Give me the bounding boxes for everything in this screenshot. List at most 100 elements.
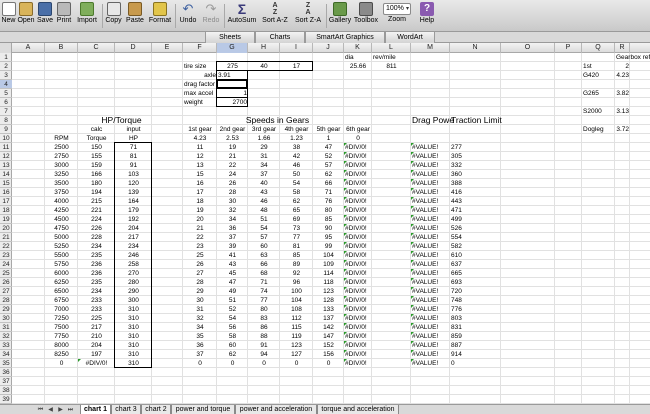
new-button[interactable]: New xyxy=(1,1,16,31)
traction-limit-cell[interactable]: 748 xyxy=(450,296,501,305)
torque-cell[interactable]: 194 xyxy=(78,188,115,197)
traction-limit-cell[interactable]: 471 xyxy=(450,206,501,215)
speed-gear2-cell[interactable]: 52 xyxy=(217,305,248,314)
row-header-37[interactable]: 37 xyxy=(0,377,12,386)
speed-gear3-cell[interactable]: 71 xyxy=(248,278,280,287)
traction-limit-cell[interactable]: 776 xyxy=(450,305,501,314)
rpm-cell[interactable]: 2500 xyxy=(45,143,78,152)
rpm-cell[interactable]: 5250 xyxy=(45,242,78,251)
rpm-cell[interactable]: 6250 xyxy=(45,278,78,287)
gearbox-subheader[interactable]: 1st xyxy=(582,62,615,71)
speed-gear3-cell[interactable]: 74 xyxy=(248,287,280,296)
speed-gear5-cell[interactable]: 109 xyxy=(313,260,344,269)
traction-limit-cell[interactable]: 831 xyxy=(450,323,501,332)
import-button[interactable]: Import xyxy=(74,1,100,31)
rpm-cell[interactable]: 6750 xyxy=(45,296,78,305)
speed-gear4-cell[interactable]: 46 xyxy=(280,161,313,170)
row-header-19[interactable]: 19 xyxy=(0,215,12,224)
hp-cell[interactable]: 246 xyxy=(115,251,152,260)
speed-gear5-cell[interactable]: 0 xyxy=(313,359,344,368)
speed-gear4-cell[interactable]: 42 xyxy=(280,152,313,161)
row-header-12[interactable]: 12 xyxy=(0,152,12,161)
column-header-h[interactable]: H xyxy=(248,43,280,53)
speed-gear4-cell[interactable]: 73 xyxy=(280,224,313,233)
row-header-3[interactable]: 3 xyxy=(0,71,12,80)
speed-gear1-cell[interactable]: 23 xyxy=(183,242,217,251)
hp-cell[interactable]: 300 xyxy=(115,296,152,305)
traction-limit-cell[interactable]: 803 xyxy=(450,314,501,323)
speed-gear6-cell[interactable]: #DIV/0! xyxy=(344,341,372,350)
rpm-cell[interactable]: 3750 xyxy=(45,188,78,197)
speed-gear3-cell[interactable]: 43 xyxy=(248,188,280,197)
speed-gear4-cell[interactable]: 92 xyxy=(280,269,313,278)
row-header-31[interactable]: 31 xyxy=(0,323,12,332)
speed-gear5-cell[interactable]: 57 xyxy=(313,161,344,170)
speed-gear5-cell[interactable]: 85 xyxy=(313,215,344,224)
speed-gear1-cell[interactable]: 29 xyxy=(183,287,217,296)
gearbox-ratio[interactable]: 3.82 xyxy=(615,89,630,98)
speed-gear6-cell[interactable]: #DIV/0! xyxy=(344,197,372,206)
speeds-in-gears-title[interactable]: Speeds in Gears xyxy=(183,116,372,125)
traction-limit-cell[interactable]: 887 xyxy=(450,341,501,350)
rpm-cell[interactable]: 5750 xyxy=(45,260,78,269)
rpm-cell[interactable]: 0 xyxy=(45,359,78,368)
speed-gear5-cell[interactable]: 76 xyxy=(313,197,344,206)
speed-gear6-cell[interactable]: #DIV/0! xyxy=(344,260,372,269)
row-header-14[interactable]: 14 xyxy=(0,170,12,179)
drag-power-cell[interactable]: #VALUE! xyxy=(411,359,450,368)
speed-gear2-cell[interactable]: 49 xyxy=(217,287,248,296)
torque-cell[interactable]: 235 xyxy=(78,278,115,287)
speed-gear6-cell[interactable]: #DIV/0! xyxy=(344,170,372,179)
help-button[interactable]: ? Help xyxy=(416,1,438,31)
tab-sheets[interactable]: Sheets xyxy=(205,32,255,43)
speed-gear5-cell[interactable]: 104 xyxy=(313,251,344,260)
cell-area[interactable]: diarev/mileGearbox refetire size27540172… xyxy=(12,53,650,404)
speed-gear4-cell[interactable]: 108 xyxy=(280,305,313,314)
speed-gear4-cell[interactable]: 0 xyxy=(280,359,313,368)
row-header-1[interactable]: 1 xyxy=(0,53,12,62)
drag-power-title[interactable]: Drag Powe xyxy=(411,116,454,125)
speed-gear6-cell[interactable]: #DIV/0! xyxy=(344,224,372,233)
speed-gear5-cell[interactable]: 128 xyxy=(313,296,344,305)
speed-gear3-cell[interactable]: 54 xyxy=(248,224,280,233)
speed-gear3-cell[interactable]: 0 xyxy=(248,359,280,368)
drag-power-cell[interactable]: #VALUE! xyxy=(411,341,450,350)
hp-cell[interactable]: 71 xyxy=(115,143,152,152)
calc-label[interactable]: calc xyxy=(78,125,115,134)
speed-gear5-cell[interactable]: 152 xyxy=(313,341,344,350)
speed-gear6-cell[interactable]: #DIV/0! xyxy=(344,152,372,161)
gearbox-subheader-2[interactable]: 2 xyxy=(615,62,630,71)
row-header-24[interactable]: 24 xyxy=(0,260,12,269)
speed-gear6-cell[interactable]: #DIV/0! xyxy=(344,287,372,296)
column-header-j[interactable]: J xyxy=(313,43,344,53)
column-header-e[interactable]: E xyxy=(152,43,183,53)
speed-gear6-cell[interactable]: #DIV/0! xyxy=(344,332,372,341)
torque-cell[interactable]: 210 xyxy=(78,332,115,341)
traction-limit-cell[interactable]: 360 xyxy=(450,170,501,179)
gear-header[interactable]: 1st gear xyxy=(183,125,217,134)
rpm-header[interactable]: RPM xyxy=(45,134,78,143)
rpm-cell[interactable]: 3250 xyxy=(45,170,78,179)
torque-cell[interactable]: #DIV/0! xyxy=(78,359,115,368)
column-header-i[interactable]: I xyxy=(280,43,313,53)
toolbox-button[interactable]: Toolbox xyxy=(353,1,379,31)
torque-cell[interactable]: 159 xyxy=(78,161,115,170)
row-header-21[interactable]: 21 xyxy=(0,233,12,242)
speed-gear3-cell[interactable]: 83 xyxy=(248,314,280,323)
speed-gear2-cell[interactable]: 32 xyxy=(217,206,248,215)
torque-cell[interactable]: 155 xyxy=(78,152,115,161)
speed-gear3-cell[interactable]: 37 xyxy=(248,170,280,179)
speed-gear2-cell[interactable]: 41 xyxy=(217,251,248,260)
hp-cell[interactable]: 290 xyxy=(115,287,152,296)
gear-header[interactable]: 2nd gear xyxy=(217,125,248,134)
speed-gear1-cell[interactable]: 0 xyxy=(183,359,217,368)
row-header-20[interactable]: 20 xyxy=(0,224,12,233)
column-header-r[interactable]: R xyxy=(615,43,630,53)
row-header-18[interactable]: 18 xyxy=(0,206,12,215)
speed-gear1-cell[interactable]: 11 xyxy=(183,143,217,152)
hp-cell[interactable]: 204 xyxy=(115,224,152,233)
speed-gear1-cell[interactable]: 26 xyxy=(183,260,217,269)
row-header-17[interactable]: 17 xyxy=(0,197,12,206)
torque-cell[interactable]: 233 xyxy=(78,296,115,305)
speed-gear6-cell[interactable]: #DIV/0! xyxy=(344,296,372,305)
